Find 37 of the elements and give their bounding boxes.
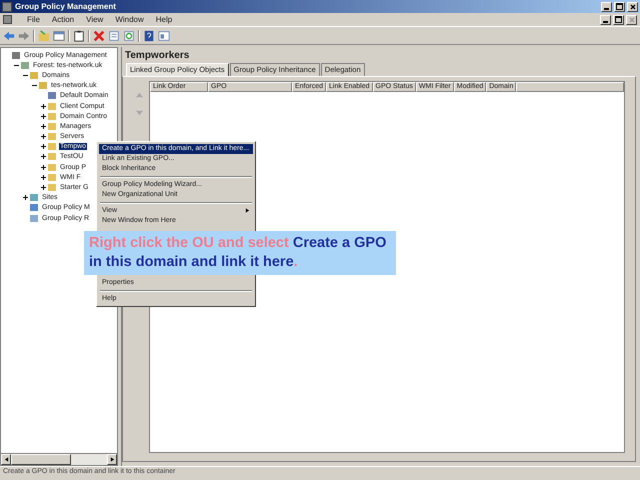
close-icon (630, 4, 636, 10)
pane-title: Tempworkers (124, 49, 190, 63)
window-title: Group Policy Management (15, 2, 116, 11)
expand-icon[interactable] (40, 143, 46, 150)
menu-item[interactable]: Help (156, 15, 172, 24)
clipboard-icon[interactable] (73, 30, 85, 42)
expand-icon[interactable] (40, 122, 46, 130)
window-icon[interactable] (53, 30, 65, 42)
expand-icon[interactable] (40, 153, 46, 160)
back-icon[interactable] (3, 30, 15, 42)
expand-icon[interactable] (40, 112, 46, 120)
horizontal-scrollbar[interactable] (0, 454, 118, 466)
submenu-arrow-icon (245, 208, 250, 213)
restore-button[interactable] (614, 2, 625, 12)
restore-button[interactable] (613, 14, 624, 24)
close-button[interactable] (627, 2, 638, 12)
menu-item[interactable]: File (27, 15, 40, 24)
menu-item[interactable]: Action (52, 15, 74, 24)
close-button[interactable] (626, 14, 637, 24)
scroll-right-icon[interactable] (110, 457, 114, 462)
expand-icon[interactable] (40, 184, 46, 192)
expand-icon[interactable] (22, 194, 28, 202)
properties-icon[interactable] (108, 30, 120, 42)
instruction-callout: Right click the OU and select Create a GPO in this domain and link it here. (84, 231, 396, 275)
scroll-left-icon[interactable] (4, 457, 8, 462)
minimize-button[interactable] (600, 14, 611, 24)
expand-icon[interactable] (40, 174, 46, 181)
delete-icon[interactable] (93, 30, 105, 42)
close-icon (628, 16, 634, 22)
menu-item[interactable]: Window (115, 15, 144, 24)
minimize-button[interactable] (601, 2, 612, 12)
refresh-icon[interactable] (123, 30, 135, 42)
expand-icon[interactable] (40, 102, 46, 110)
expand-icon[interactable] (40, 133, 46, 140)
expand-icon[interactable] (40, 164, 46, 171)
help-icon[interactable] (143, 30, 155, 42)
menu-item[interactable]: View (86, 15, 104, 24)
